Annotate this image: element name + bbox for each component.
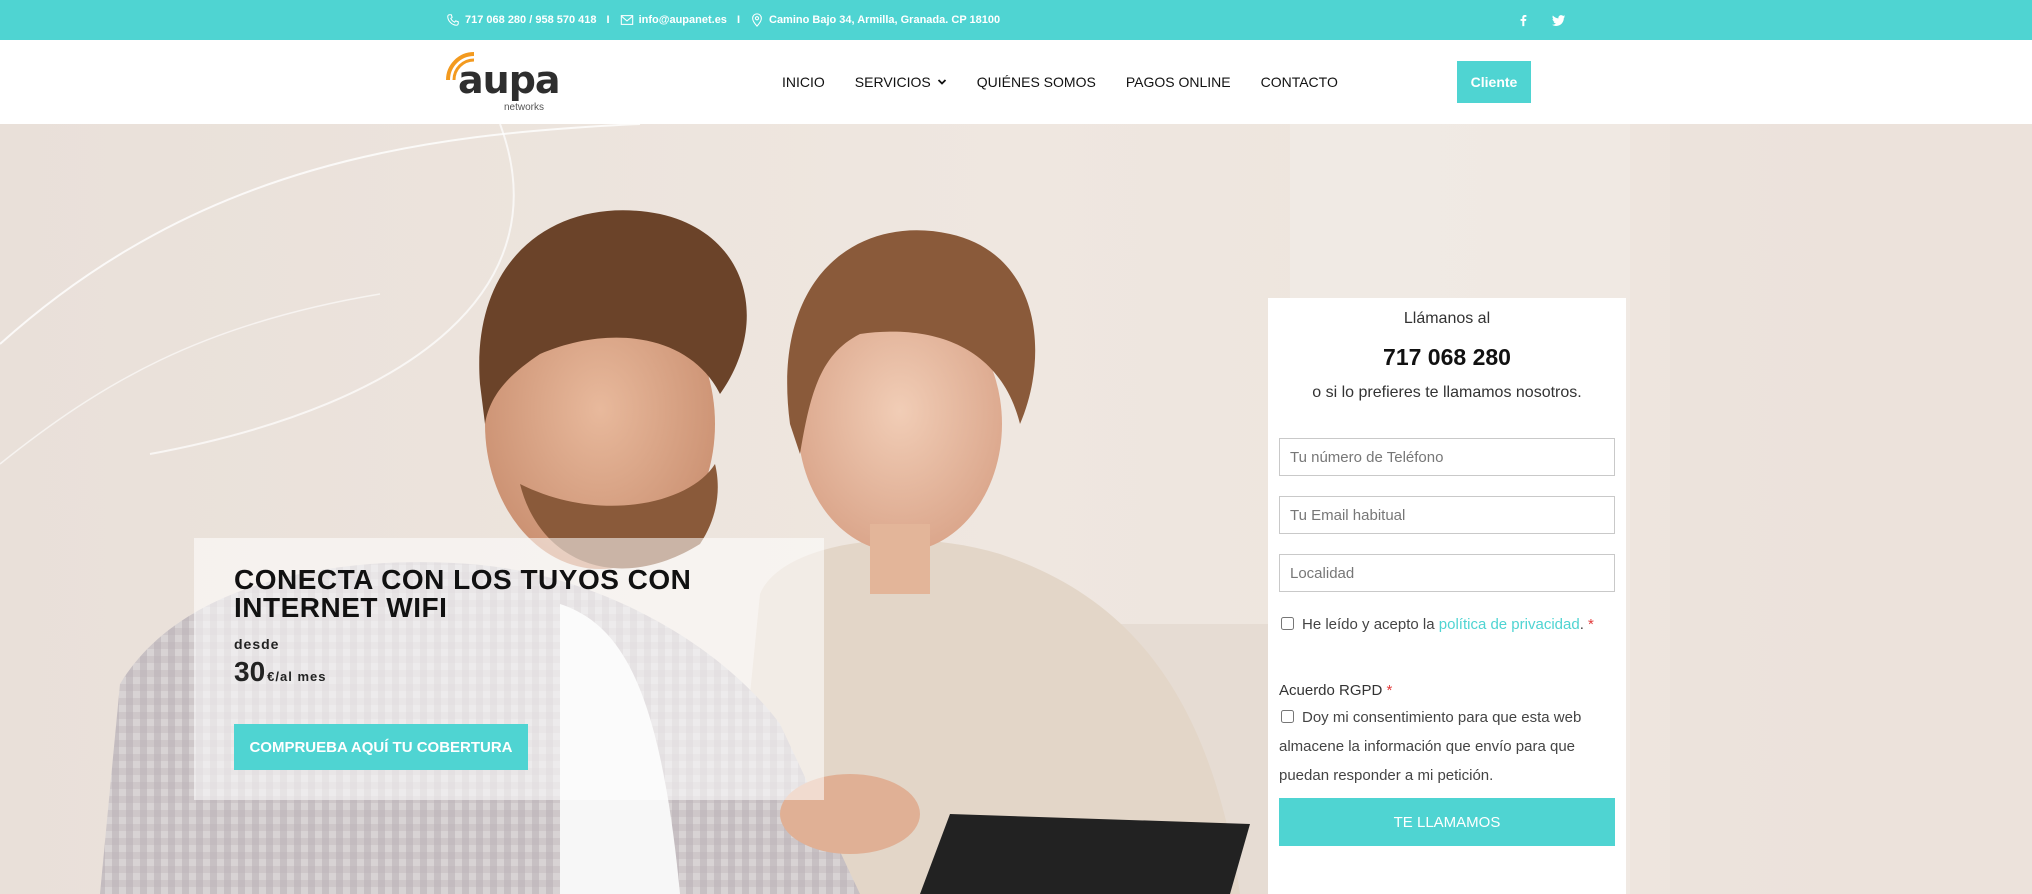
call-us-label: Llámanos al bbox=[1403, 310, 1491, 327]
price: 30 €/al mes bbox=[234, 656, 326, 688]
rgpd-label-text: Acuerdo RGPD bbox=[1279, 682, 1383, 699]
email-text: info@aupanet.es bbox=[638, 14, 727, 26]
email-icon bbox=[620, 15, 633, 25]
nav-label: QUIÉNES SOMOS bbox=[976, 74, 1096, 90]
nav-item-inicio[interactable]: INICIO bbox=[782, 74, 825, 90]
nav-item-quienes-somos[interactable]: QUIÉNES SOMOS bbox=[977, 74, 1096, 90]
main-nav: INICIO SERVICIOS QUIÉNES SOMOS PAGOS ONL… bbox=[782, 40, 1368, 124]
nav-item-contacto[interactable]: CONTACTO bbox=[1261, 74, 1338, 90]
callback-form: Llámanos al 717 068 280 o si lo prefiere… bbox=[1268, 298, 1626, 894]
location-pin-icon bbox=[752, 13, 762, 27]
separator: I bbox=[606, 14, 610, 26]
privacy-checkbox[interactable] bbox=[1281, 617, 1294, 630]
promo-card: CONECTA CON LOS TUYOS CON INTERNET WIFI … bbox=[194, 538, 824, 800]
check-coverage-button[interactable]: COMPRUEBA AQUÍ TU COBERTURA bbox=[234, 724, 528, 770]
nav-label: PAGOS ONLINE bbox=[1125, 74, 1231, 90]
site-header: aupa networks INICIO SERVICIOS QUIÉNES S… bbox=[0, 40, 2032, 125]
contact-info: 717 068 280 / 958 570 418 I info@aupanet… bbox=[446, 0, 1000, 40]
hero-section: CONECTA CON LOS TUYOS CON INTERNET WIFI … bbox=[0, 124, 2032, 894]
privacy-policy-link[interactable]: política de privacidad bbox=[1439, 616, 1580, 633]
privacy-suffix: . bbox=[1579, 616, 1584, 633]
callback-alt-label: o si lo prefieres te llamamos nosotros. bbox=[1312, 384, 1582, 401]
city-input[interactable] bbox=[1279, 554, 1615, 592]
call-me-button[interactable]: TE LLAMAMOS bbox=[1279, 798, 1615, 846]
required-mark: * bbox=[1588, 616, 1594, 633]
required-mark: * bbox=[1386, 682, 1393, 699]
facebook-icon[interactable] bbox=[1516, 13, 1530, 27]
consent-text: Doy mi consentimiento para que esta web … bbox=[1279, 709, 1582, 784]
nav-label: CONTACTO bbox=[1260, 74, 1338, 90]
address-contact: Camino Bajo 34, Armilla, Granada. CP 181… bbox=[750, 13, 1000, 27]
privacy-row: He leído y acepto la política de privaci… bbox=[1279, 610, 1615, 639]
nav-item-servicios[interactable]: SERVICIOS bbox=[855, 74, 947, 90]
email-input[interactable] bbox=[1279, 496, 1615, 534]
price-unit: €/al mes bbox=[267, 669, 327, 684]
consent-row: Doy mi consentimiento para que esta web … bbox=[1279, 703, 1615, 790]
price-from-label: desde bbox=[234, 636, 280, 652]
nav-label: SERVICIOS bbox=[854, 74, 931, 90]
chevron-down-icon bbox=[937, 79, 946, 85]
phone-icon bbox=[447, 14, 459, 26]
nav-item-pagos-online[interactable]: PAGOS ONLINE bbox=[1126, 74, 1231, 90]
price-amount: 30 bbox=[234, 656, 266, 687]
promo-title: CONECTA CON LOS TUYOS CON INTERNET WIFI bbox=[234, 564, 692, 623]
logo-brand: aupa bbox=[458, 58, 561, 102]
logo[interactable]: aupa networks bbox=[444, 50, 561, 114]
client-button[interactable]: Cliente bbox=[1457, 61, 1531, 103]
consent-checkbox[interactable] bbox=[1281, 710, 1294, 723]
phones-text: 717 068 280 / 958 570 418 bbox=[465, 14, 597, 26]
phone-input[interactable] bbox=[1279, 438, 1615, 476]
rgpd-label: Acuerdo RGPD * bbox=[1279, 682, 1392, 699]
address-text: Camino Bajo 34, Armilla, Granada. CP 181… bbox=[769, 14, 1001, 26]
separator: I bbox=[736, 14, 740, 26]
nav-label: INICIO bbox=[782, 74, 825, 90]
email-contact[interactable]: info@aupanet.es bbox=[620, 13, 727, 27]
form-phone-number[interactable]: 717 068 280 bbox=[1268, 344, 1626, 371]
twitter-icon[interactable] bbox=[1552, 13, 1566, 27]
privacy-prefix: He leído y acepto la bbox=[1302, 616, 1435, 633]
logo-subtitle: networks bbox=[504, 102, 545, 113]
social-links bbox=[1516, 0, 1566, 40]
phone-contact[interactable]: 717 068 280 / 958 570 418 bbox=[446, 13, 597, 27]
top-bar: 717 068 280 / 958 570 418 I info@aupanet… bbox=[0, 0, 2032, 40]
